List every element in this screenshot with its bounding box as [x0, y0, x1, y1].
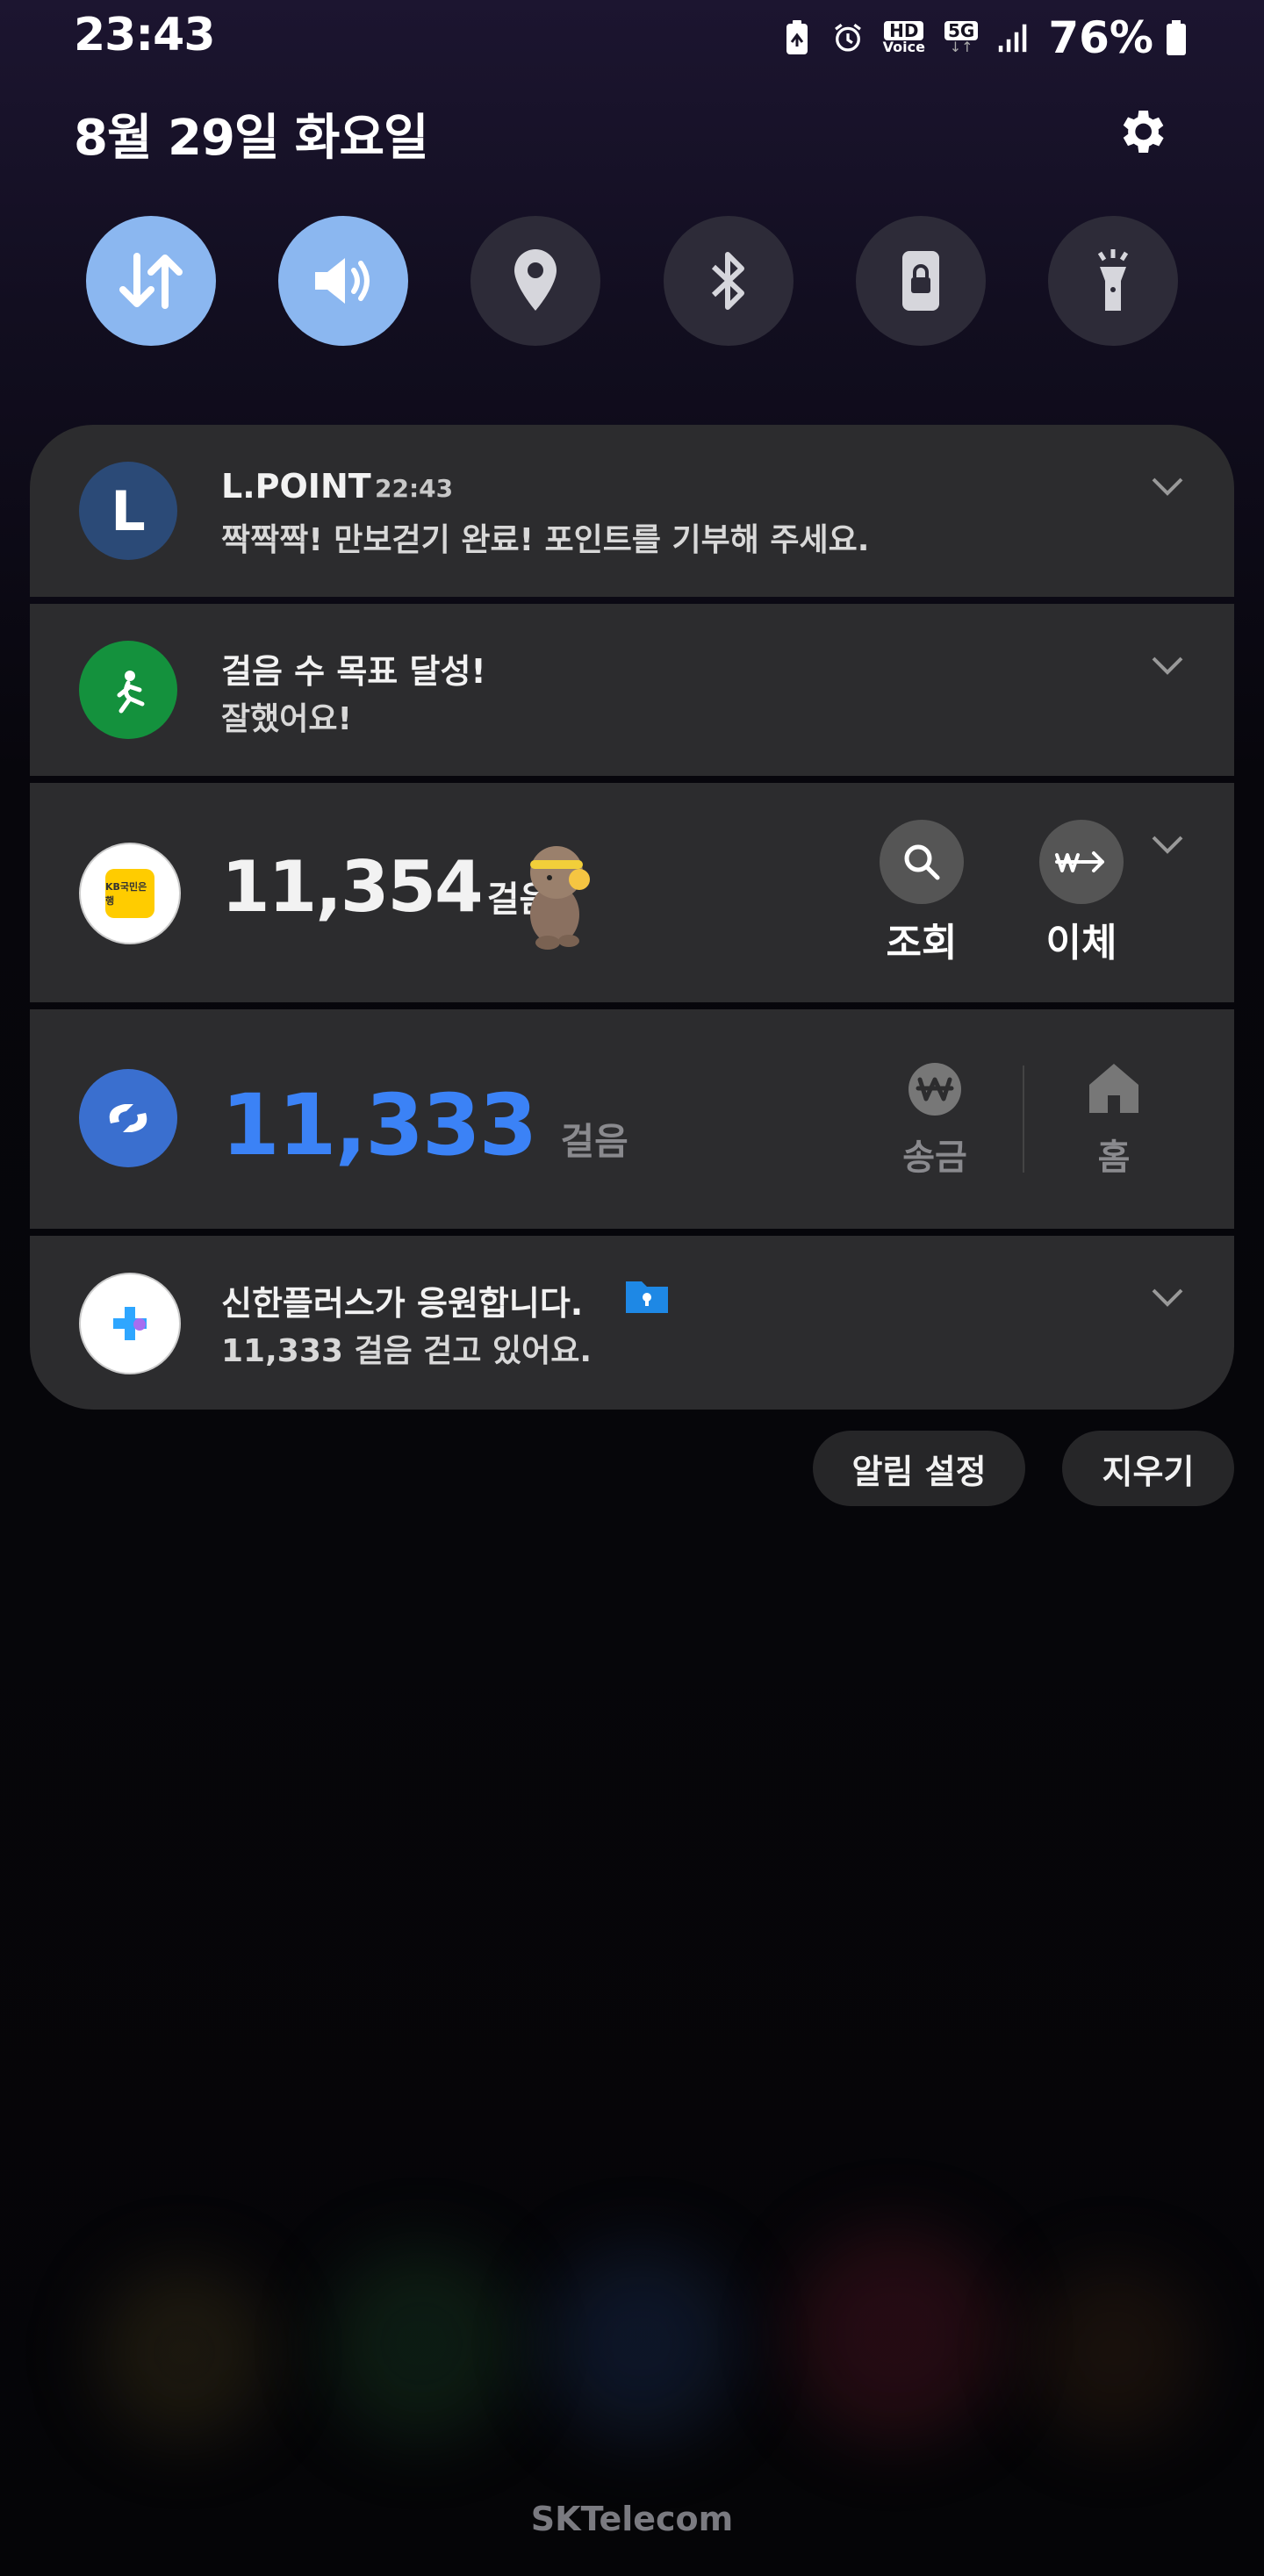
5g-icon: 5G ↓↑ [944, 21, 979, 54]
transfer-button[interactable]: 이체 [1032, 911, 1131, 967]
bluetooth-icon [711, 252, 744, 310]
kb-bank-logo: KB국민은행 [79, 843, 181, 944]
notification-text: 11,333 걸음 걷고 있어요. [221, 1333, 592, 1369]
battery-percent: 76% [1048, 12, 1153, 63]
walking-person-icon [117, 671, 145, 714]
data-arrows-icon [119, 253, 183, 309]
toss-step-count: 11,333 걸음 [221, 1076, 628, 1174]
background-glow [97, 2264, 272, 2440]
notification-title: 신한플러스가 응원합니다. [221, 1284, 584, 1323]
date-header: 8월 29일 화요일 [74, 110, 428, 167]
notification-lpoint[interactable]: L L.POINT 22:43 짝짝짝! 만보걷기 완료! 포인트를 기부해 주… [30, 425, 1234, 597]
notification-settings-button[interactable]: 알림 설정 [813, 1431, 1025, 1506]
rotation-lock-toggle[interactable] [855, 216, 986, 346]
chevron-down-icon[interactable] [1150, 655, 1185, 676]
flashlight-icon [1097, 249, 1129, 311]
notification-app-name: L.POINT [221, 467, 371, 506]
location-toggle[interactable] [470, 216, 601, 346]
chevron-down-icon[interactable] [1150, 476, 1185, 497]
recycle-battery-icon [781, 18, 813, 57]
shinhan-plus-logo [79, 1273, 181, 1374]
alarm-icon [832, 18, 864, 57]
background-glow [790, 2229, 1001, 2440]
signal-icon [997, 18, 1029, 57]
kb-step-count: 11,354 걸음 [221, 846, 552, 928]
clear-button[interactable]: 지우기 [1062, 1431, 1234, 1506]
sound-toggle[interactable] [278, 216, 409, 346]
toss-logo [79, 1069, 177, 1167]
chevron-down-icon[interactable] [1150, 834, 1185, 855]
lock-icon [901, 251, 939, 311]
background-glow [1027, 2264, 1203, 2440]
send-money-button[interactable]: 송금 [883, 1129, 987, 1180]
notification-title: 걸음 수 목표 달성! [221, 652, 486, 691]
flashlight-toggle[interactable] [1047, 216, 1178, 346]
notification-text: 잘했어요! [221, 701, 352, 737]
secure-folder-icon [626, 1281, 668, 1313]
home-icon[interactable] [1083, 1057, 1145, 1118]
status-time: 23:43 [74, 9, 216, 61]
inquiry-button[interactable]: 조회 [873, 911, 971, 967]
transfer-icon[interactable] [1039, 820, 1124, 904]
location-pin-icon [514, 249, 557, 311]
notification-text: 짝짝짝! 만보걷기 완료! 포인트를 기부해 주세요. [221, 522, 870, 558]
toss-swirl-icon [109, 1104, 147, 1132]
speaker-icon [315, 258, 370, 304]
status-icons: HD Voice 5G ↓↑ 76% [781, 12, 1192, 63]
background-glow [325, 2247, 518, 2440]
notification-toss-steps[interactable]: 11,333 걸음 송금 홈 [30, 1009, 1234, 1229]
carrier-label: SKTelecom [530, 2500, 734, 2538]
notification-kb-steps[interactable]: KB국민은행 11,354 걸음 조회 이체 [30, 783, 1234, 1002]
health-logo [79, 641, 177, 739]
bluetooth-toggle[interactable] [663, 216, 794, 346]
hd-voice-icon: HD Voice [882, 20, 925, 55]
divider [1023, 1066, 1024, 1173]
lpoint-logo: L [79, 462, 177, 560]
home-button[interactable]: 홈 [1064, 1129, 1164, 1180]
gear-icon[interactable] [1113, 104, 1169, 160]
notification-panel: L L.POINT 22:43 짝짝짝! 만보걷기 완료! 포인트를 기부해 주… [30, 425, 1234, 1410]
won-currency-icon[interactable] [904, 1058, 966, 1120]
search-icon[interactable] [880, 820, 964, 904]
chevron-down-icon[interactable] [1150, 1287, 1185, 1308]
mobile-data-toggle[interactable] [86, 216, 216, 346]
notification-shinhan[interactable]: 신한플러스가 응원합니다. 11,333 걸음 걷고 있어요. [30, 1236, 1234, 1410]
battery-icon [1160, 18, 1192, 57]
shinhan-plus-icon [113, 1307, 147, 1340]
background-glow [544, 2247, 737, 2440]
quick-settings-row [86, 216, 1178, 346]
bear-mascot-icon [530, 846, 590, 950]
notification-time: 22:43 [375, 474, 454, 503]
notification-step-goal[interactable]: 걸음 수 목표 달성! 잘했어요! [30, 604, 1234, 776]
